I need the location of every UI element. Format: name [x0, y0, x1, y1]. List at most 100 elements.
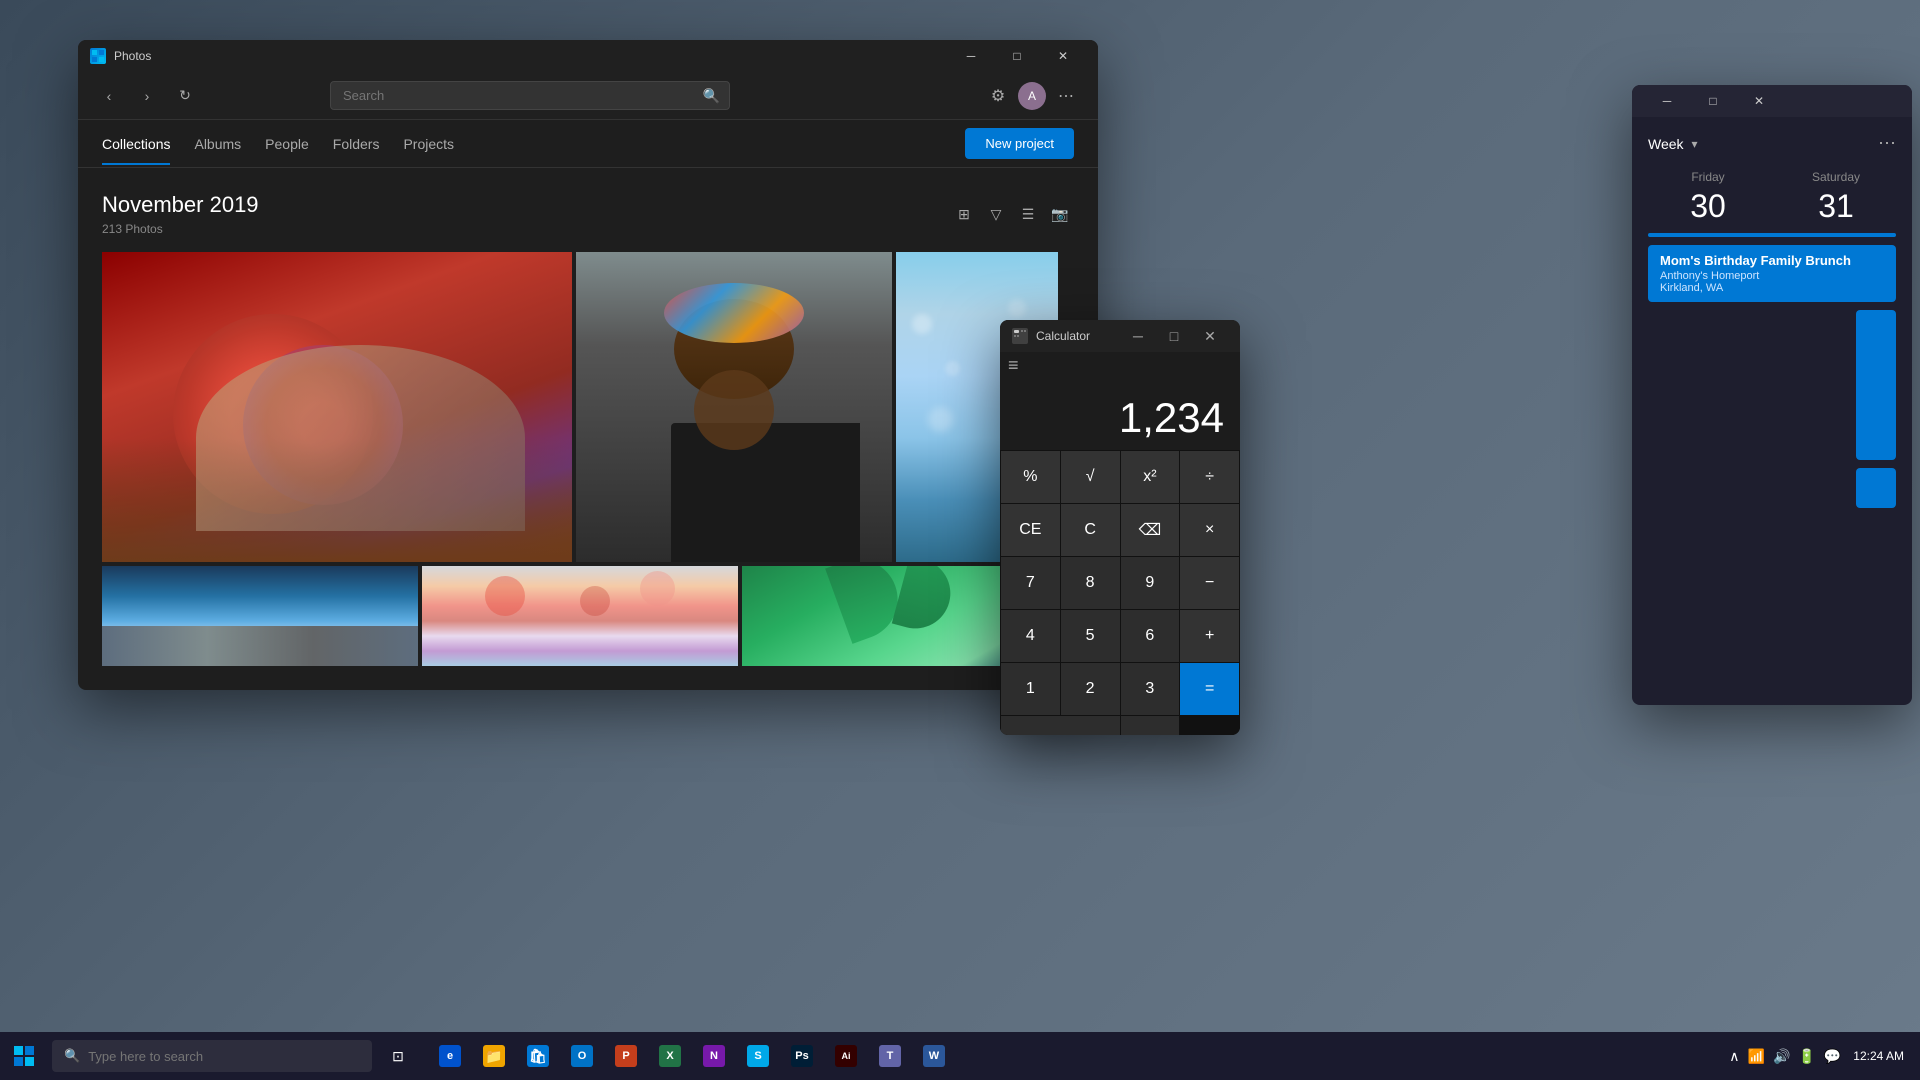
calculator-menu: ≡ — [1000, 352, 1240, 378]
taskbar-app-store[interactable]: 🛍 — [516, 1032, 560, 1080]
maximize-button[interactable]: □ — [994, 40, 1040, 72]
grid-view-button[interactable]: ⊞ — [950, 200, 978, 228]
taskbar-tray: ∧ 📶 🔊 🔋 💬 12:24 AM — [1713, 1032, 1920, 1080]
list-view-button[interactable]: ☰ — [1014, 200, 1042, 228]
taskbar-app-photoshop[interactable]: Ps — [780, 1032, 824, 1080]
backspace-button[interactable]: ⌫ — [1121, 504, 1180, 556]
collection-count: 213 Photos — [102, 222, 259, 236]
calendar-more-button[interactable]: ⋯ — [1878, 133, 1896, 154]
tab-collections[interactable]: Collections — [102, 124, 170, 164]
new-project-button[interactable]: New project — [965, 128, 1074, 159]
search-icon: 🔍 — [703, 87, 720, 104]
one-button[interactable]: 1 — [1001, 663, 1060, 715]
plus-button[interactable]: + — [1180, 610, 1239, 662]
close-button[interactable]: ✕ — [1040, 40, 1086, 72]
calculator-close-button[interactable]: ✕ — [1192, 320, 1228, 352]
seven-button[interactable]: 7 — [1001, 557, 1060, 609]
chevron-up-icon[interactable]: ∧ — [1729, 1048, 1739, 1065]
eight-button[interactable]: 8 — [1061, 557, 1120, 609]
forward-button[interactable]: › — [132, 81, 162, 111]
taskbar-app-excel[interactable]: X — [648, 1032, 692, 1080]
hamburger-menu-button[interactable]: ≡ — [1008, 356, 1232, 374]
taskbar-app-word[interactable]: W — [912, 1032, 956, 1080]
calculator-value: 1,234 — [1016, 394, 1224, 442]
calendar-window: ─ □ ✕ Week ▾ ⋯ Friday 30 Saturday 31 — [1632, 85, 1912, 705]
explorer-icon: 📁 — [483, 1045, 505, 1067]
five-button[interactable]: 5 — [1061, 610, 1120, 662]
edge-icon: e — [439, 1045, 461, 1067]
calculator-minimize-button[interactable]: ─ — [1120, 320, 1156, 352]
friday-label: Friday — [1648, 170, 1768, 184]
start-button[interactable] — [0, 1032, 48, 1080]
saturday-label: Saturday — [1776, 170, 1896, 184]
photos-nav: Collections Albums People Folders Projec… — [78, 120, 1098, 168]
settings-button[interactable]: ⚙ — [982, 80, 1014, 112]
tab-people[interactable]: People — [265, 124, 309, 164]
refresh-button[interactable]: ↻ — [170, 81, 200, 111]
saturday-date: 31 — [1776, 188, 1896, 225]
squared-button[interactable]: x² — [1121, 451, 1180, 503]
nine-button[interactable]: 9 — [1121, 557, 1180, 609]
search-input[interactable] — [330, 81, 730, 110]
taskbar-app-onenote[interactable]: N — [692, 1032, 736, 1080]
taskbar-app-illustrator[interactable]: Ai — [824, 1032, 868, 1080]
four-button[interactable]: 4 — [1001, 610, 1060, 662]
decimal-button[interactable]: . — [1121, 716, 1180, 735]
onenote-icon: N — [703, 1045, 725, 1067]
tab-albums[interactable]: Albums — [194, 124, 241, 164]
calendar-close-button[interactable]: ✕ — [1736, 85, 1782, 117]
taskbar-app-edge[interactable]: e — [428, 1032, 472, 1080]
photos-titlebar: Photos ─ □ ✕ — [78, 40, 1098, 72]
filter-button[interactable]: ▽ — [982, 200, 1010, 228]
sqrt-button[interactable]: √ — [1061, 451, 1120, 503]
calendar-week-label: Week — [1648, 136, 1684, 152]
avatar-button[interactable]: A — [1018, 82, 1046, 110]
skype-icon: S — [747, 1045, 769, 1067]
minimize-button[interactable]: ─ — [948, 40, 994, 72]
time-display: 12:24 AM — [1853, 1048, 1904, 1065]
tab-folders[interactable]: Folders — [333, 124, 380, 164]
ce-button[interactable]: CE — [1001, 504, 1060, 556]
calendar-maximize-button[interactable]: □ — [1690, 85, 1736, 117]
multiply-button[interactable]: × — [1180, 504, 1239, 556]
camera-view-button[interactable]: 📷 — [1046, 200, 1074, 228]
network-icon[interactable]: 📶 — [1748, 1048, 1765, 1065]
divide-button[interactable]: ÷ — [1180, 451, 1239, 503]
calendar-minimize-button[interactable]: ─ — [1644, 85, 1690, 117]
taskbar-app-outlook[interactable]: O — [560, 1032, 604, 1080]
taskbar-search-input[interactable] — [88, 1049, 360, 1064]
calendar-header: Week ▾ ⋯ — [1632, 117, 1912, 170]
calendar-event[interactable]: Mom's Birthday Family Brunch Anthony's H… — [1648, 245, 1896, 302]
chevron-down-icon[interactable]: ▾ — [1692, 137, 1698, 151]
volume-icon[interactable]: 🔊 — [1773, 1048, 1790, 1065]
calculator-window: Calculator ─ □ ✕ ≡ 1,234 % √ x² ÷ CE C ⌫… — [1000, 320, 1240, 735]
back-button[interactable]: ‹ — [94, 81, 124, 111]
photo-flowers[interactable] — [102, 252, 572, 562]
six-button[interactable]: 6 — [1121, 610, 1180, 662]
equals-button[interactable]: = — [1180, 663, 1239, 715]
taskbar-app-explorer[interactable]: 📁 — [472, 1032, 516, 1080]
taskbar-app-powerpoint[interactable]: P — [604, 1032, 648, 1080]
more-button[interactable]: ⋯ — [1050, 80, 1082, 112]
photo-ocean[interactable] — [102, 566, 418, 666]
zero-button[interactable]: 0 — [1001, 716, 1120, 735]
photo-woman[interactable] — [576, 252, 892, 562]
taskbar-app-skype[interactable]: S — [736, 1032, 780, 1080]
battery-icon[interactable]: 🔋 — [1798, 1048, 1815, 1065]
calculator-maximize-button[interactable]: □ — [1156, 320, 1192, 352]
tab-projects[interactable]: Projects — [403, 124, 454, 164]
three-button[interactable]: 3 — [1121, 663, 1180, 715]
minus-button[interactable]: − — [1180, 557, 1239, 609]
photos-app-icon — [90, 48, 106, 64]
photo-pink-flowers[interactable] — [422, 566, 738, 666]
clear-button[interactable]: C — [1061, 504, 1120, 556]
calendar-window-controls: ─ □ ✕ — [1644, 85, 1782, 117]
photoshop-icon: Ps — [791, 1045, 813, 1067]
notifications-icon[interactable]: 💬 — [1824, 1048, 1841, 1065]
percent-button[interactable]: % — [1001, 451, 1060, 503]
two-button[interactable]: 2 — [1061, 663, 1120, 715]
taskbar-search-box[interactable]: 🔍 — [52, 1040, 372, 1072]
taskbar-app-teams[interactable]: T — [868, 1032, 912, 1080]
clock[interactable]: 12:24 AM — [1853, 1048, 1904, 1065]
taskview-button[interactable]: ⊡ — [376, 1032, 420, 1080]
